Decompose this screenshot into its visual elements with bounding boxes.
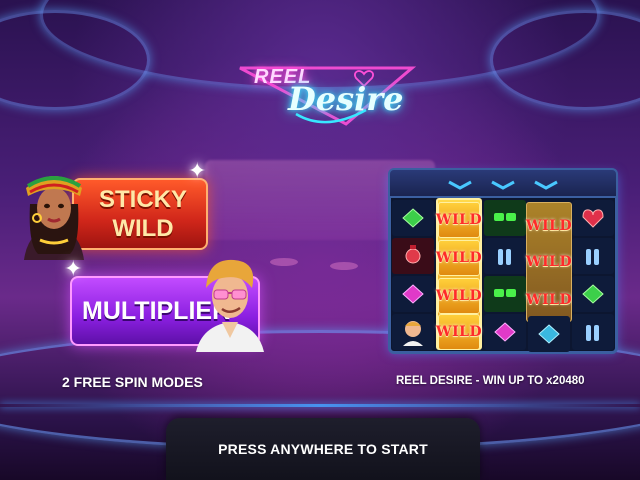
pink-gem-icon [494,322,516,342]
symbol-cell [572,200,614,236]
wild-symbol: WILD [436,314,482,350]
bar-stool [330,262,358,270]
neon-floor-line [0,404,640,407]
watch-icon [405,245,421,264]
bar-stool [270,258,298,266]
bottles-icon [586,249,599,265]
symbol-cell [572,238,614,274]
man-character-avatar [192,252,268,357]
cyan-gem-icon [538,324,560,344]
sticky-wild-badge: STICKY WILD [72,178,208,250]
symbol-cell [572,314,614,350]
logo-desire-text: Desire [288,80,404,118]
sparkle-icon: ✦ [64,256,83,281]
symbol-cell [484,314,526,350]
wild-symbol: WILD [436,240,482,276]
woman-character-avatar [18,164,90,265]
symbol-cell [484,238,526,274]
symbol-cell [484,200,526,236]
glasses-icon [494,289,516,297]
man-symbol-icon [403,321,423,346]
chevron-down-icon [534,180,558,190]
max-win-caption: REEL DESIRE - WIN UP TO x20480 [396,375,585,387]
wild-symbol: WILD [525,254,573,270]
symbol-cell [392,314,434,350]
wild-symbol: WILD [525,292,573,308]
press-to-start-label: PRESS ANYWHERE TO START [218,441,428,457]
symbol-cell [572,276,614,312]
green-gem-icon [402,208,424,228]
heart-gem-icon [582,209,604,228]
wild-symbol: WILD [525,218,573,234]
chevron-down-icon [491,180,515,190]
bottles-icon [498,249,511,265]
symbol-cell [484,276,526,312]
press-to-start-button[interactable]: PRESS ANYWHERE TO START [166,418,480,480]
free-spin-modes-caption: 2 FREE SPIN MODES [62,374,203,390]
sticky-wild-label-line2: WILD [112,215,174,242]
chevron-down-icon [448,180,472,190]
bottles-icon [586,325,599,341]
pink-gem-icon [402,284,424,304]
symbol-cell [392,200,434,236]
reels-grid: WILD WILD WILD WILD WILD WILD WILD [392,198,614,352]
symbol-cell [392,276,434,312]
green-gem-icon [582,284,604,304]
game-logo: REEL Desire [236,62,416,140]
wild-symbol: WILD [436,278,482,314]
symbol-cell [528,316,570,352]
symbol-cell [392,238,434,274]
splash-screen[interactable]: REEL Desire STICKY WILD ✦ MULTIPLIER ✦ W… [0,0,640,480]
glasses-icon [494,213,516,221]
sticky-wild-label-line1: STICKY [98,186,187,213]
wild-symbol: WILD [436,202,482,238]
sparkle-icon: ✦ [188,158,207,183]
